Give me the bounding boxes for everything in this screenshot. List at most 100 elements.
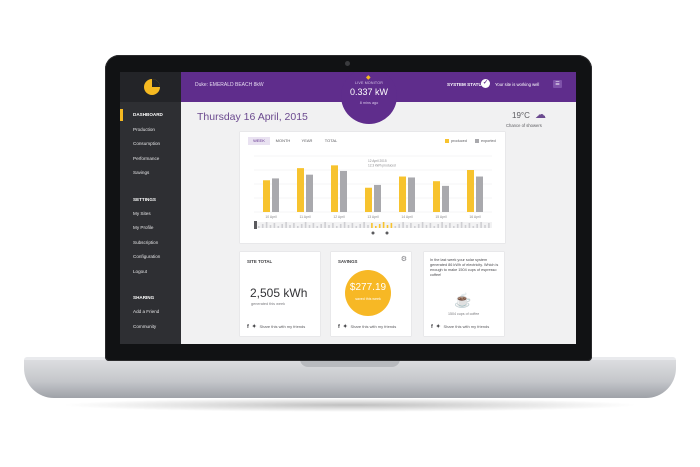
savings-circle: $277.19 saved this week: [345, 270, 391, 316]
share-row[interactable]: f ✦ Share this with my friends: [338, 324, 396, 330]
timeline-bar: [312, 223, 315, 228]
timeline-bar: [449, 223, 451, 228]
sidebar-item-my-profile[interactable]: My Profile: [120, 221, 181, 236]
x-tick-label: 10 April: [265, 215, 277, 219]
coffee-card: In the last week your solar system gener…: [424, 252, 504, 336]
x-tick-label: 15 April: [435, 215, 447, 219]
timeline-bar: [300, 224, 303, 228]
twitter-icon[interactable]: ✦: [252, 324, 257, 330]
timeline-bar: [351, 223, 354, 228]
savings-value: $277.19: [349, 282, 387, 293]
timeline-bar: [328, 225, 330, 228]
timeline-bar: [398, 224, 400, 228]
timeline-bar: [336, 226, 338, 228]
sidebar-item-consumption[interactable]: Consumption: [120, 137, 181, 152]
coffee-text: In the last week your solar system gener…: [430, 258, 499, 277]
x-tick-label: 16 April: [469, 215, 481, 219]
sidebar-item-production[interactable]: Production: [120, 123, 181, 138]
production-chart-card: WEEK MONTH YEAR TOTAL produced exported …: [240, 132, 505, 243]
laptop-bezel: DASHBOARD Production Consumption Perform…: [105, 55, 592, 361]
site-total-sub: generated this week: [251, 302, 285, 306]
timeline-bar: [273, 223, 276, 228]
status-menu-button[interactable]: ☰: [553, 80, 562, 88]
live-monitor-label: LIVE MONITOR: [354, 81, 384, 85]
timeline-bar: [464, 225, 467, 228]
savings-title: SAVINGS: [338, 259, 358, 264]
sidebar-item-subscription[interactable]: Subscription: [120, 236, 181, 251]
timeline-bar: [289, 225, 291, 228]
timeline-bar: [332, 223, 334, 228]
timeline-bar: [375, 226, 377, 228]
x-tick-label: 13 April: [367, 215, 379, 219]
timeline-bar: [390, 223, 393, 228]
weather-desc: Chance of showers: [506, 123, 542, 128]
bar-exported: [374, 184, 381, 212]
share-text[interactable]: Share this with my friends: [259, 324, 305, 329]
bar-exported: [306, 174, 313, 212]
sidebar-item-my-sites[interactable]: My Sites: [120, 207, 181, 222]
timeline-bar: [343, 222, 346, 228]
timeline-bar: [417, 224, 420, 228]
facebook-icon[interactable]: f: [431, 324, 433, 330]
bar-exported: [272, 178, 279, 212]
chart-tooltip: 12.3 kWh produced: [368, 164, 396, 168]
bar-produced: [365, 187, 372, 212]
sidebar-item-logout[interactable]: Logout: [120, 265, 181, 280]
gear-icon[interactable]: ⚙: [401, 255, 407, 263]
timeline-bar: [382, 222, 385, 228]
bar-produced: [331, 165, 338, 212]
timeline-bar: [433, 226, 436, 228]
timeline-bar: [421, 222, 424, 228]
sidebar-item-add-friend[interactable]: Add a Friend: [120, 305, 181, 320]
timeline-bar: [410, 223, 412, 228]
timeline-bar: [261, 224, 264, 228]
sun-logo-icon: [144, 79, 160, 95]
timeline-bar: [414, 226, 416, 228]
share-row[interactable]: f ✦ Share this with my friends: [431, 324, 489, 330]
share-text[interactable]: Share this with my friends: [443, 324, 489, 329]
share-row[interactable]: f ✦ Share this with my friends: [247, 324, 305, 330]
timeline-bar: [355, 226, 358, 228]
live-monitor-badge[interactable]: ◆ LIVE MONITOR 0.337 kW 8 mins ago: [341, 72, 397, 124]
timeline-bar: [293, 223, 295, 228]
timeline-bar: [378, 224, 381, 228]
timeline-bar: [476, 224, 478, 228]
timeline-bar: [367, 225, 369, 228]
sidebar: DASHBOARD Production Consumption Perform…: [120, 72, 181, 344]
facebook-icon[interactable]: f: [338, 324, 340, 330]
sidebar-item-dashboard[interactable]: DASHBOARD: [120, 108, 181, 123]
bar-exported: [476, 176, 483, 212]
timeline-bar: [402, 222, 404, 228]
system-status-text: Your site is working well: [495, 82, 540, 87]
sidebar-item-savings[interactable]: Savings: [120, 166, 181, 181]
share-text[interactable]: Share this with my friends: [350, 324, 396, 329]
site-breadcrumb[interactable]: Duke: EMERALD BEACH 8kW: [195, 82, 264, 88]
chart-tooltip: 12 April 2015: [368, 159, 387, 163]
timeline-bar: [265, 222, 268, 228]
timeline-handle: [385, 231, 389, 235]
timeline-bar: [285, 222, 287, 228]
bar-produced: [263, 180, 270, 212]
coffee-cup-icon: ☕: [454, 292, 472, 308]
timeline-bar: [394, 226, 397, 228]
timeline-bar: [304, 222, 307, 228]
timeline-bar: [441, 222, 443, 228]
x-tick-label: 12 April: [333, 215, 345, 219]
live-monitor-value: 0.337 kW: [349, 87, 389, 97]
sidebar-item-configuration[interactable]: Configuration: [120, 250, 181, 265]
twitter-icon[interactable]: ✦: [436, 324, 441, 330]
laptop-shadow: [60, 398, 640, 412]
timeline-bar: [281, 224, 283, 228]
twitter-icon[interactable]: ✦: [343, 324, 348, 330]
x-tick-label: 14 April: [401, 215, 413, 219]
timeline-bar: [406, 225, 408, 228]
timeline-bar: [320, 224, 322, 228]
logo-area: [120, 72, 181, 102]
bar-produced: [297, 168, 304, 212]
savings-sub: saved this week: [355, 297, 381, 301]
facebook-icon[interactable]: f: [247, 324, 249, 330]
sidebar-item-performance[interactable]: Performance: [120, 152, 181, 167]
production-bar-chart: 10 April 11 April 12 April 13 April 14 April…: [254, 155, 492, 235]
sidebar-item-community[interactable]: Community: [120, 320, 181, 335]
site-total-card: SITE TOTAL 2,505 kWh generated this week…: [240, 252, 320, 336]
